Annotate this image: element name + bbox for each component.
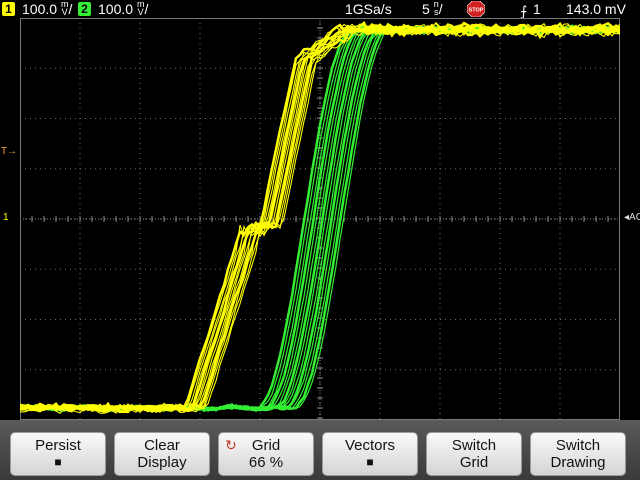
stop-label: STOP xyxy=(469,8,484,14)
trigger-level-marker[interactable]: T→ xyxy=(1,146,17,157)
graticule-svg xyxy=(20,18,620,420)
clear-display-button[interactable]: Clear Display xyxy=(114,432,210,476)
status-bar: 1 100.0 m V/ 2 100.0 m V/ 1GSa/s 5 n s/ STO… xyxy=(0,0,640,19)
persist-indicator: ■ xyxy=(54,455,62,469)
grid-label: Grid xyxy=(251,437,281,454)
display-label: Display xyxy=(137,454,187,471)
grid-value: 66 % xyxy=(248,454,284,471)
switch-drawing-button[interactable]: Switch Drawing xyxy=(530,432,626,476)
switch-grid-label1: Switch xyxy=(451,437,497,454)
grid-intensity-button[interactable]: ↻ Grid 66 % xyxy=(218,432,314,476)
time-scale: 5 n s/ xyxy=(422,0,443,17)
ch1-scale: 100.0 m V/ xyxy=(22,0,73,17)
vectors-button[interactable]: Vectors ■ xyxy=(322,432,418,476)
ch2-scale: 100.0 m V/ xyxy=(98,0,149,17)
ch1-ground-marker[interactable]: 1 xyxy=(3,212,9,223)
switch-grid-label2: Grid xyxy=(459,454,489,471)
persist-label: Persist xyxy=(35,437,81,454)
trigger-channel: 1 xyxy=(533,1,541,17)
ch1-badge[interactable]: 1 xyxy=(2,2,15,16)
waveform-display[interactable] xyxy=(20,18,620,420)
sample-rate: 1GSa/s xyxy=(345,1,392,17)
vectors-label: Vectors xyxy=(344,437,396,454)
softkey-bar: Persist ■ Clear Display ↻ Grid 66 % Vect… xyxy=(0,420,640,480)
ac-coupling-marker: ◂AC xyxy=(624,212,640,223)
rotate-knob-icon: ↻ xyxy=(225,437,237,453)
ch2-badge[interactable]: 2 xyxy=(78,2,91,16)
clear-label: Clear xyxy=(144,437,180,454)
switch-grid-button[interactable]: Switch Grid xyxy=(426,432,522,476)
persist-button[interactable]: Persist ■ xyxy=(10,432,106,476)
switch-drawing-label1: Switch xyxy=(555,437,601,454)
trigger-level: 143.0 mV xyxy=(566,1,626,17)
vectors-indicator: ■ xyxy=(366,455,374,469)
switch-drawing-label2: Drawing xyxy=(550,454,606,471)
stop-icon[interactable]: STOP xyxy=(467,1,485,17)
